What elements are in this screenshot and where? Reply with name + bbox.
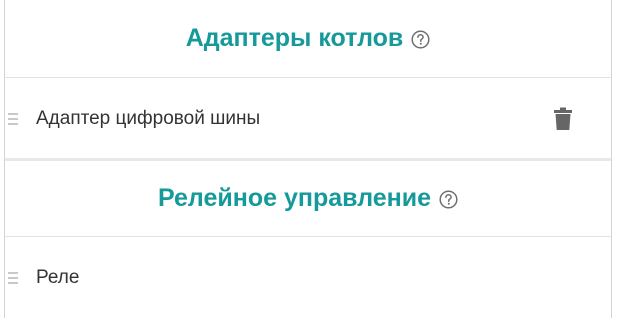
section-title: Адаптеры котлов (185, 24, 404, 52)
help-circle-icon[interactable] (411, 30, 430, 49)
drag-handle-icon[interactable] (8, 112, 18, 125)
trash-icon[interactable] (553, 107, 573, 131)
section-header-relay-control: Релейное управление (5, 161, 611, 237)
help-circle-icon[interactable] (439, 190, 458, 209)
section-header-boiler-adapters: Адаптеры котлов (5, 0, 611, 78)
list-item-label: Адаптер цифровой шины (36, 107, 261, 129)
list-item-label: Реле (36, 266, 80, 288)
boiler-settings-panel: Адаптеры котлов Адаптер цифровой шины Ре… (4, 0, 612, 318)
section-title: Релейное управление (157, 184, 432, 212)
drag-handle-icon[interactable] (8, 271, 18, 284)
list-item-relay[interactable]: Реле (5, 237, 611, 318)
list-item-digital-bus-adapter[interactable]: Адаптер цифровой шины (5, 79, 611, 158)
